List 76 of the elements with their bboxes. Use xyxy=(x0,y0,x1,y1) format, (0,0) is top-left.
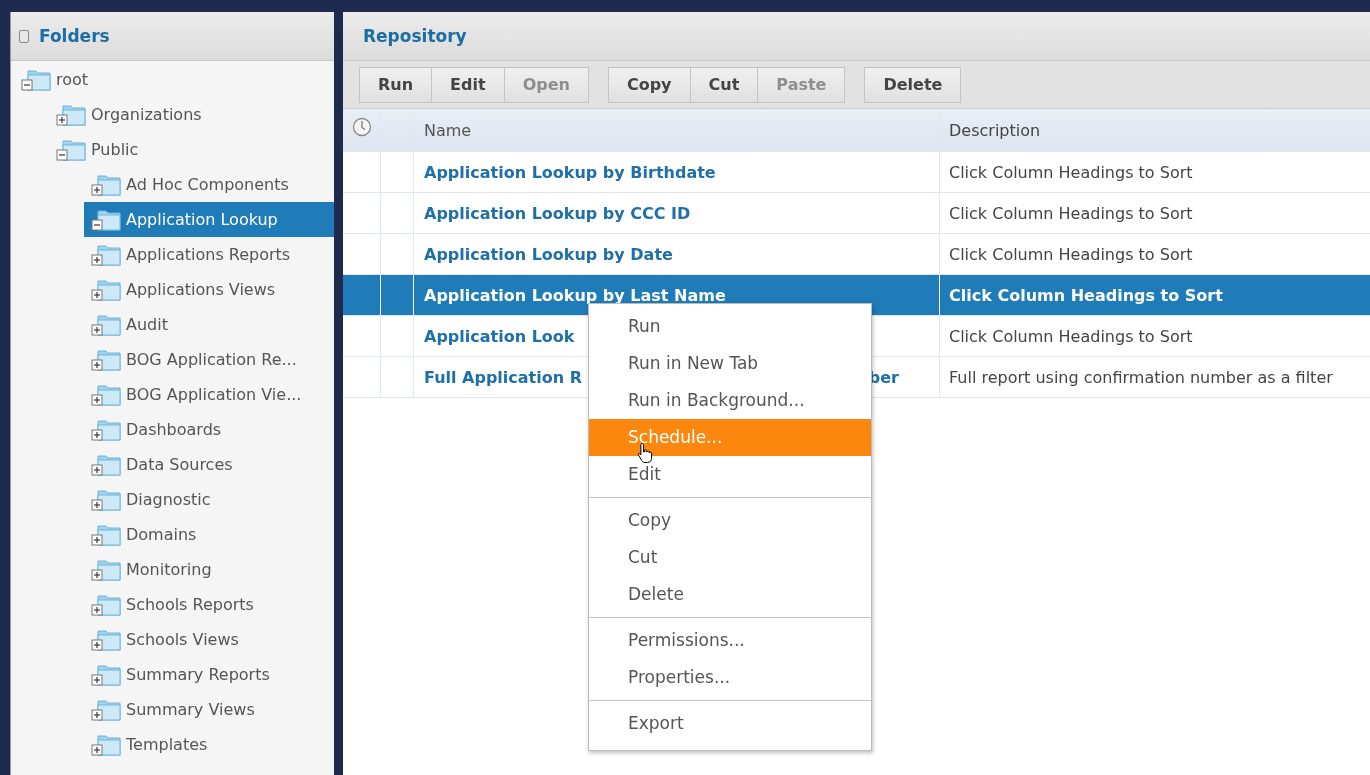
tree-item[interactable]: Summary Reports xyxy=(91,657,334,692)
tree-item[interactable]: Applications Views xyxy=(91,272,334,307)
tree-item[interactable]: Public xyxy=(56,132,334,167)
toolbar-button[interactable]: Copy xyxy=(607,66,691,103)
folder-icon[interactable] xyxy=(91,278,121,301)
tree-item[interactable]: Ad Hoc Components xyxy=(91,167,334,202)
folder-icon[interactable] xyxy=(91,453,121,476)
menu-item[interactable]: Copy xyxy=(589,502,871,539)
toolbar-button[interactable]: Cut xyxy=(689,66,759,103)
report-name[interactable]: Application Lookup by Last Name xyxy=(424,285,726,305)
folder-icon[interactable] xyxy=(91,558,121,581)
tree-item[interactable]: BOG Application Re... xyxy=(91,342,334,377)
tree-item[interactable]: Schools Reports xyxy=(91,587,334,622)
tree-item[interactable]: Applications Reports xyxy=(91,237,334,272)
table-cell: Click Column Headings to Sort xyxy=(949,285,1223,305)
folder-icon[interactable] xyxy=(91,418,121,441)
folder-icon[interactable] xyxy=(91,173,121,196)
menu-item[interactable]: Edit xyxy=(589,456,871,493)
report-name[interactable]: Application Lookup by Date xyxy=(424,244,673,264)
hand-cursor-icon xyxy=(637,442,655,464)
menu-item[interactable]: Run in Background... xyxy=(589,382,871,419)
toolbar-button[interactable]: Delete xyxy=(864,66,962,103)
table-cell: Full report using confirmation number as a filter xyxy=(949,367,1333,387)
menu-item[interactable]: Export xyxy=(589,705,871,742)
tree-item[interactable]: Diagnostic xyxy=(91,482,334,517)
clock-icon xyxy=(351,117,372,137)
folder-icon[interactable] xyxy=(91,313,121,336)
folder-icon[interactable] xyxy=(91,593,121,616)
menu-item[interactable]: Delete xyxy=(589,576,871,613)
toolbar-button[interactable]: Edit xyxy=(431,66,505,103)
folder-icon[interactable] xyxy=(56,138,86,161)
folder-icon[interactable] xyxy=(91,628,121,651)
column-header[interactable]: Description xyxy=(949,120,1041,140)
tree-item[interactable]: Application Lookup xyxy=(84,202,334,237)
table-row[interactable]: Application Lookup by Birthdate Click Column Headings to Sort xyxy=(343,152,1370,193)
tree-item[interactable]: Audit xyxy=(91,307,334,342)
report-name[interactable]: Application Lookup by CCC ID xyxy=(424,203,691,223)
folder-icon[interactable] xyxy=(91,208,121,231)
report-name[interactable]: Application Look xyxy=(424,326,575,346)
table-row[interactable]: Application Lookup by Last Name Click Column Headings to Sort xyxy=(343,275,1370,316)
table-cell: Click Column Headings to Sort xyxy=(949,162,1193,182)
table-cell: Click Column Headings to Sort xyxy=(949,244,1193,264)
panel-title: Repository xyxy=(363,26,467,46)
tree-item[interactable]: Domains xyxy=(91,517,334,552)
folder-icon[interactable] xyxy=(91,488,121,511)
collapse-icon[interactable] xyxy=(19,29,29,43)
folder-icon[interactable] xyxy=(56,103,86,126)
tree-item[interactable]: Templates xyxy=(91,727,334,762)
folder-icon[interactable] xyxy=(91,663,121,686)
folder-icon[interactable] xyxy=(91,698,121,721)
report-name[interactable]: Full Application R xyxy=(424,367,582,387)
table-cell: Click Column Headings to Sort xyxy=(949,326,1193,346)
column-header[interactable]: Name xyxy=(424,120,472,140)
folder-icon[interactable] xyxy=(91,523,121,546)
folder-icon[interactable] xyxy=(91,383,121,406)
menu-item[interactable]: Cut xyxy=(589,539,871,576)
tree-item[interactable]: Dashboards xyxy=(91,412,334,447)
report-name[interactable]: Application Lookup by Birthdate xyxy=(424,162,716,182)
tree-item[interactable]: Data Sources xyxy=(91,447,334,482)
tree-item[interactable]: root xyxy=(21,62,334,97)
menu-item[interactable]: Run in New Tab xyxy=(589,345,871,382)
tree-item[interactable]: Monitoring xyxy=(91,552,334,587)
menu-item[interactable]: Properties... xyxy=(589,659,871,696)
tree-item[interactable]: Summary Views xyxy=(91,692,334,727)
toolbar-button[interactable]: Run xyxy=(359,66,433,103)
folder-icon[interactable] xyxy=(91,348,121,371)
tree-item[interactable]: Schools Views xyxy=(91,622,334,657)
tree-item[interactable]: Organizations xyxy=(56,97,334,132)
table-cell: Click Column Headings to Sort xyxy=(949,203,1193,223)
folder-icon[interactable] xyxy=(91,733,121,756)
table-row[interactable]: Application Lookup by CCC ID Click Column Headings to Sort xyxy=(343,193,1370,234)
panel-title: Folders xyxy=(39,26,110,46)
tree-item[interactable]: BOG Application Vie... xyxy=(91,377,334,412)
folder-icon[interactable] xyxy=(21,68,51,91)
menu-item[interactable]: Permissions... xyxy=(589,622,871,659)
folder-icon[interactable] xyxy=(91,243,121,266)
